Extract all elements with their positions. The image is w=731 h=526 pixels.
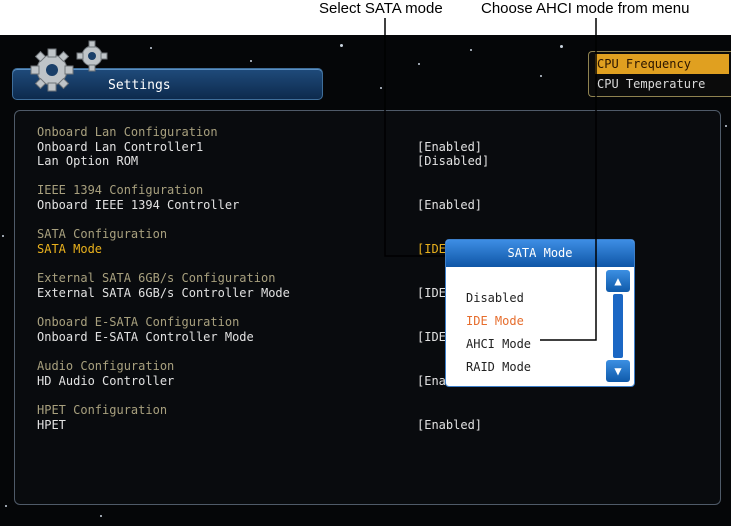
setting-hd-audio-controller[interactable]: HD Audio Controller	[37, 374, 174, 389]
sata-mode-popup: SATA Mode Disabled IDE Mode AHCI Mode RA…	[445, 239, 635, 387]
star-decoration	[250, 60, 252, 62]
star-decoration	[5, 505, 7, 507]
setting-external-sata-controller-mode[interactable]: External SATA 6GB/s Controller Mode	[37, 286, 290, 301]
section-header-onboard-esata: Onboard E-SATA Configuration	[37, 315, 240, 329]
star-decoration	[540, 75, 542, 77]
section-header-hpet: HPET Configuration	[37, 403, 168, 417]
gears-icon	[30, 40, 108, 92]
star-decoration	[100, 515, 102, 517]
star-decoration	[418, 63, 420, 65]
bios-screen: Settings CPU Frequency CPU Temperature O…	[0, 35, 731, 526]
star-decoration	[560, 45, 563, 48]
option-ide-mode[interactable]: IDE Mode	[466, 313, 524, 329]
scroll-up-icon[interactable]: ▲	[606, 270, 630, 292]
option-disabled[interactable]: Disabled	[466, 290, 524, 306]
value-onboard-ieee-1394-controller[interactable]: [Enabled]	[417, 198, 482, 213]
section-header-onboard-lan: Onboard Lan Configuration	[37, 125, 218, 139]
section-header-audio: Audio Configuration	[37, 359, 175, 373]
section-header-ieee-1394: IEEE 1394 Configuration	[37, 183, 204, 197]
value-lan-option-rom[interactable]: [Disabled]	[417, 154, 489, 169]
value-hpet[interactable]: [Enabled]	[417, 418, 482, 433]
value-sata-mode[interactable]: [IDE	[417, 242, 446, 257]
section-header-sata: SATA Configuration	[37, 227, 168, 241]
value-onboard-esata-controller-mode[interactable]: [IDE	[417, 330, 446, 345]
value-hd-audio-controller[interactable]: [Ena	[417, 374, 446, 389]
right-menu: CPU Frequency CPU Temperature	[588, 51, 731, 97]
menu-item-cpu-frequency[interactable]: CPU Frequency	[595, 54, 729, 74]
value-onboard-lan-controller1[interactable]: [Enabled]	[417, 140, 482, 155]
callout-choose-ahci-mode: Choose AHCI mode from menu	[481, 0, 690, 17]
star-decoration	[380, 87, 382, 89]
value-external-sata-controller-mode[interactable]: [IDE	[417, 286, 446, 301]
star-decoration	[340, 44, 343, 47]
setting-onboard-lan-controller1[interactable]: Onboard Lan Controller1	[37, 140, 203, 155]
star-decoration	[470, 49, 472, 51]
callout-select-sata-mode: Select SATA mode	[319, 0, 443, 17]
scroll-thumb[interactable]	[613, 294, 623, 358]
popup-title: SATA Mode	[446, 240, 634, 267]
option-raid-mode[interactable]: RAID Mode	[466, 359, 531, 375]
popup-scrollbar[interactable]: ▲ ▼	[606, 270, 630, 382]
setting-onboard-esata-controller-mode[interactable]: Onboard E-SATA Controller Mode	[37, 330, 254, 345]
setting-lan-option-rom[interactable]: Lan Option ROM	[37, 154, 138, 169]
scroll-down-icon[interactable]: ▼	[606, 360, 630, 382]
setting-onboard-ieee-1394-controller[interactable]: Onboard IEEE 1394 Controller	[37, 198, 239, 213]
setting-hpet[interactable]: HPET	[37, 418, 66, 433]
option-ahci-mode[interactable]: AHCI Mode	[466, 336, 531, 352]
popup-option-list: Disabled IDE Mode AHCI Mode RAID Mode	[450, 270, 602, 382]
setting-sata-mode[interactable]: SATA Mode	[37, 242, 102, 257]
section-header-external-sata: External SATA 6GB/s Configuration	[37, 271, 276, 285]
menu-item-cpu-temperature[interactable]: CPU Temperature	[597, 74, 705, 94]
settings-tab-label: Settings	[108, 78, 171, 93]
star-decoration	[725, 125, 727, 127]
star-decoration	[2, 235, 4, 237]
star-decoration	[150, 47, 152, 49]
